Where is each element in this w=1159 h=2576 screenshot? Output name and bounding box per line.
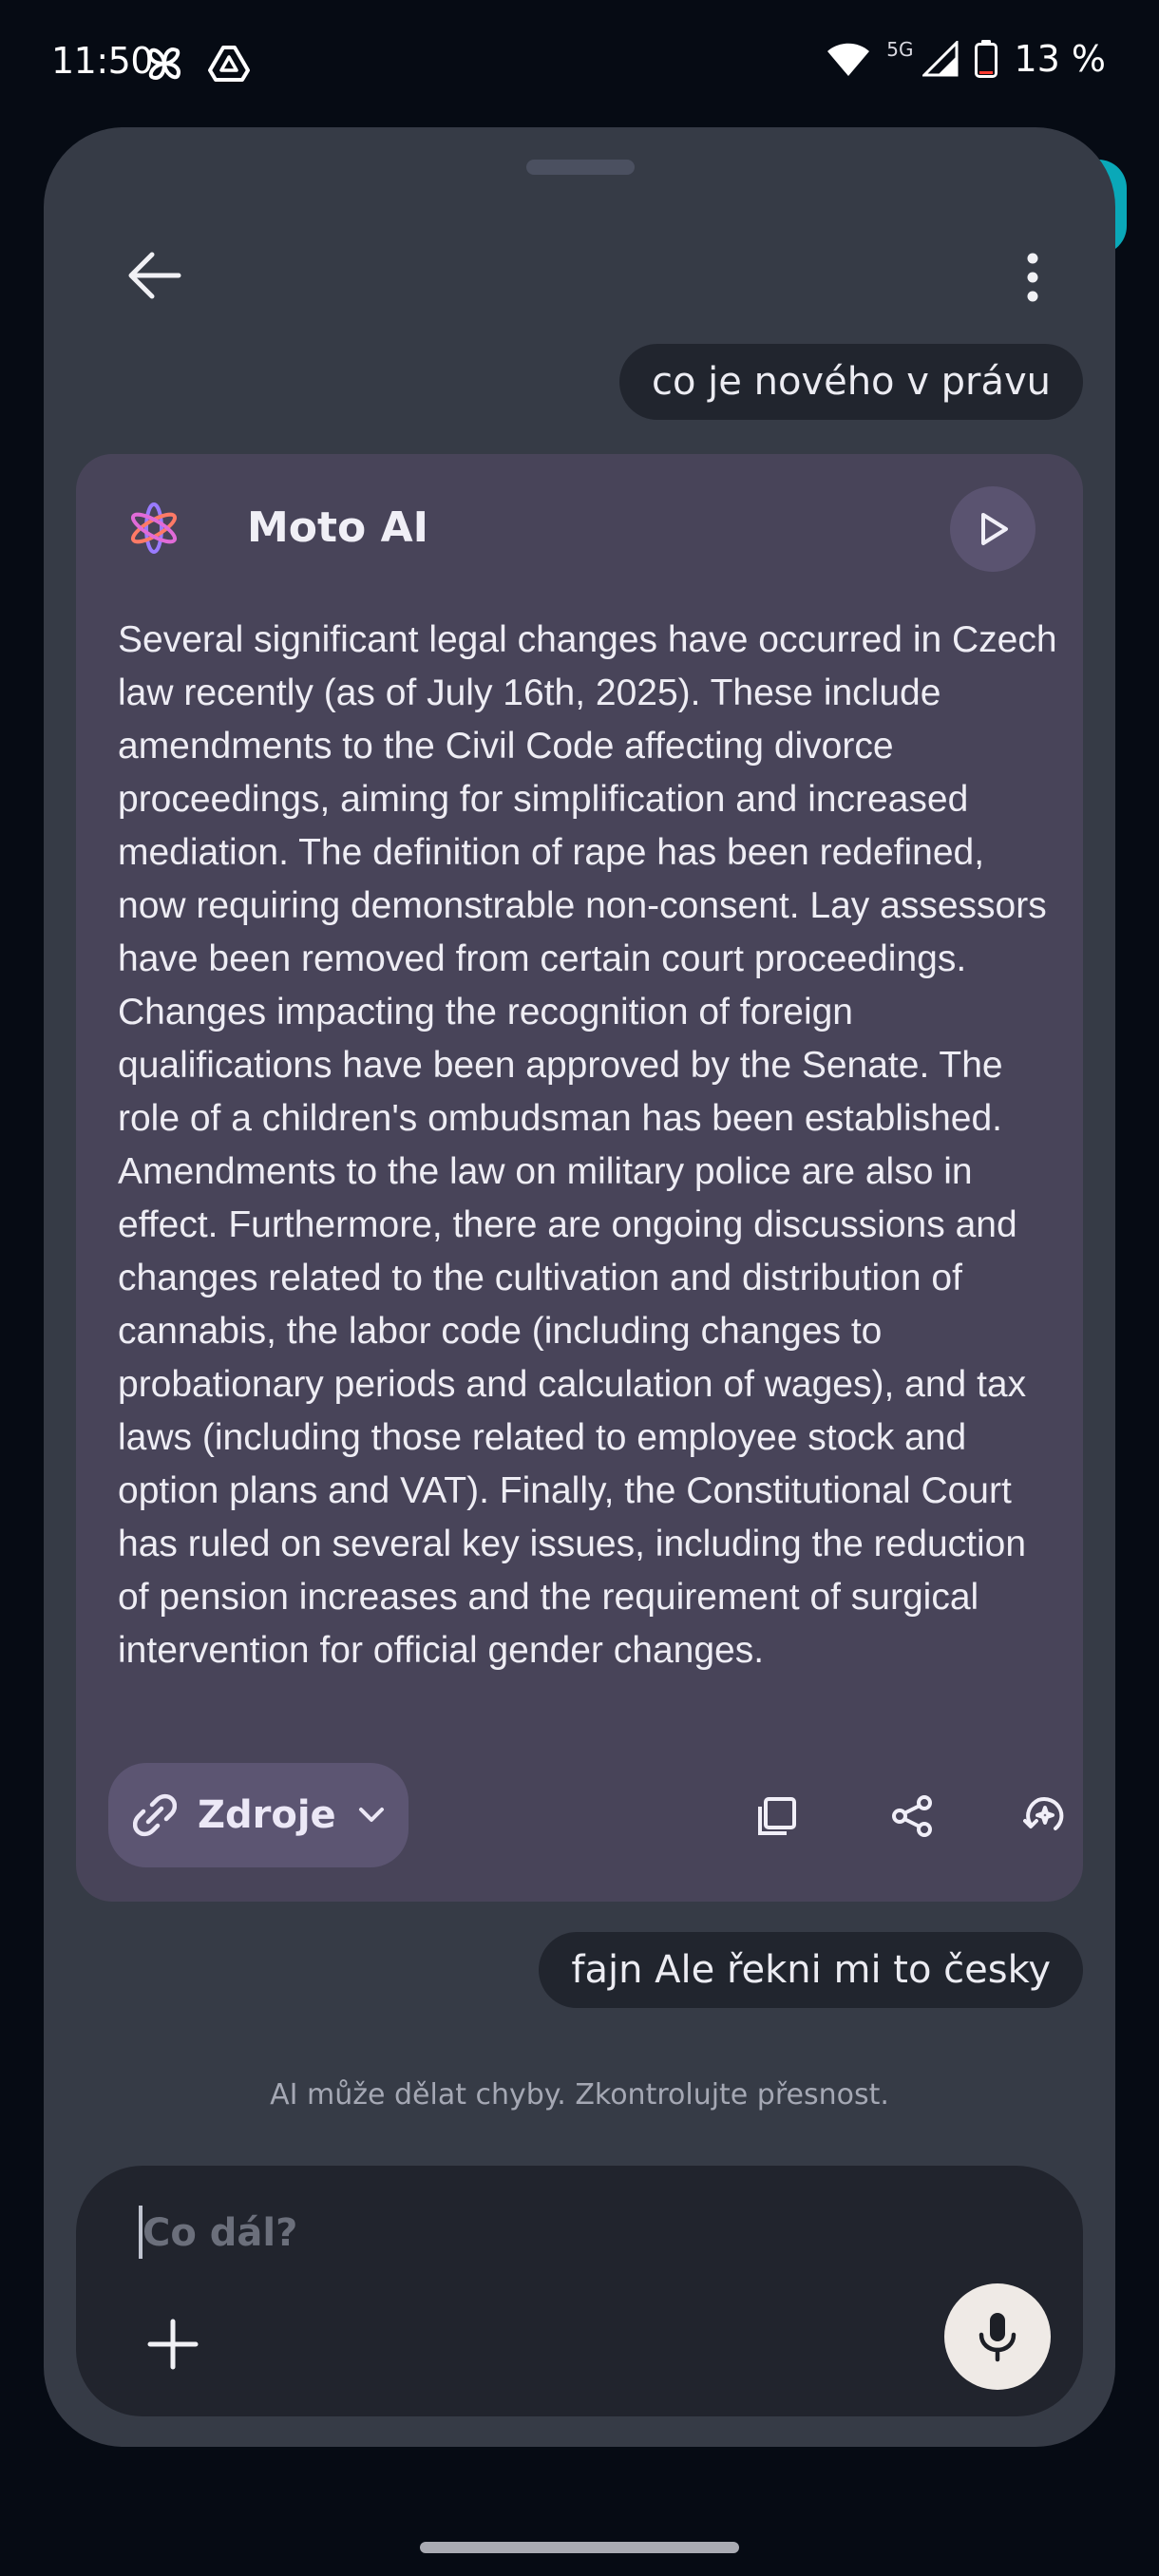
sources-label: Zdroje xyxy=(198,1793,336,1837)
status-left-icons xyxy=(142,42,251,85)
disclaimer-text: AI může dělat chyby. Zkontrolujte přesno… xyxy=(270,2078,889,2112)
message-input[interactable] xyxy=(137,2200,998,2266)
regenerate-button[interactable] xyxy=(1011,1782,1079,1850)
add-attachment-button[interactable] xyxy=(127,2299,218,2390)
sources-button[interactable]: Zdroje xyxy=(108,1763,408,1867)
link-icon xyxy=(133,1793,177,1837)
battery-icon xyxy=(975,40,998,78)
voice-input-button[interactable] xyxy=(944,2283,1051,2390)
pinwheel-icon xyxy=(148,47,180,80)
chat-sheet: co je nového v právu Moto AI Several sig… xyxy=(44,127,1115,2447)
more-vert-icon xyxy=(1027,253,1038,302)
wifi-icon xyxy=(827,43,870,76)
share-button[interactable] xyxy=(878,1782,946,1850)
share-icon xyxy=(892,1795,932,1837)
composer xyxy=(76,2166,1083,2416)
user-message: fajn Ale řekni mi to česky xyxy=(539,1932,1083,2008)
user-message: co je nového v právu xyxy=(618,344,1083,420)
battery-percent: 13 % xyxy=(1014,38,1106,80)
assistant-response-text: Several significant legal changes have o… xyxy=(118,619,1057,1671)
microphone-icon xyxy=(978,2313,1016,2362)
play-icon xyxy=(981,513,1008,545)
assistant-response-card: Moto AI Several significant legal change… xyxy=(76,454,1083,1902)
copy-button[interactable] xyxy=(743,1782,811,1850)
status-bar: 11:50 5G 13 % xyxy=(0,0,1159,129)
chevron-down-icon xyxy=(358,1808,384,1822)
status-right: 5G 13 % xyxy=(826,38,1106,80)
drag-handle[interactable] xyxy=(526,160,635,175)
arrow-left-icon xyxy=(128,252,181,299)
home-indicator[interactable] xyxy=(420,2542,739,2553)
network-type: 5G xyxy=(886,38,914,61)
moto-ai-logo-icon xyxy=(130,502,178,554)
status-time: 11:50 xyxy=(51,40,154,82)
copy-icon xyxy=(758,1797,796,1835)
play-response-button[interactable] xyxy=(950,486,1036,572)
signal-icon xyxy=(922,41,959,77)
plus-icon xyxy=(147,2319,199,2370)
regenerate-icon xyxy=(1023,1797,1064,1830)
back-button[interactable] xyxy=(104,226,203,325)
assistant-name: Moto AI xyxy=(247,503,429,552)
more-options-button[interactable] xyxy=(999,232,1066,323)
drive-icon xyxy=(208,46,250,82)
